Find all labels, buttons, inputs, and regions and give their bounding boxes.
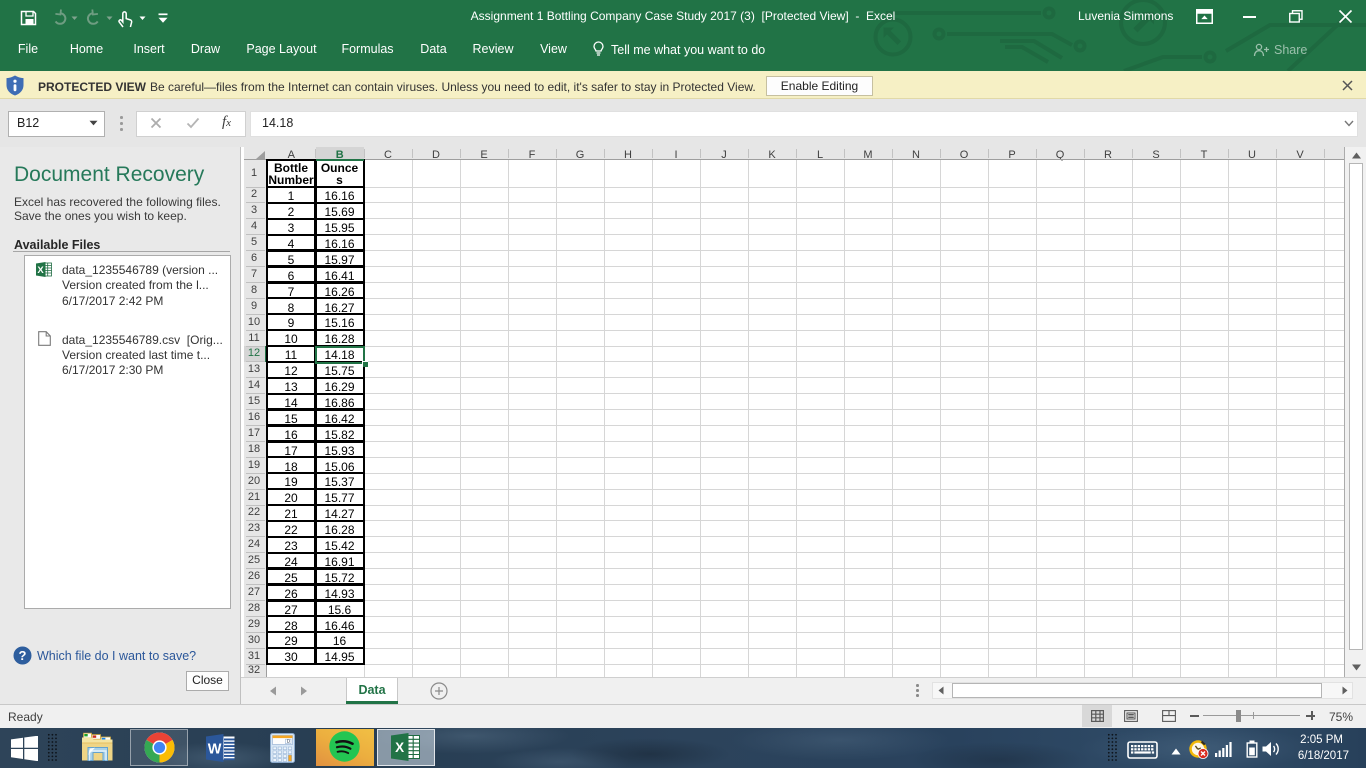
- svg-text:0: 0: [287, 739, 290, 745]
- svg-text:W: W: [208, 742, 222, 758]
- svg-text:X: X: [37, 265, 44, 276]
- svg-text:X: X: [395, 740, 404, 755]
- svg-text:?: ?: [19, 648, 27, 663]
